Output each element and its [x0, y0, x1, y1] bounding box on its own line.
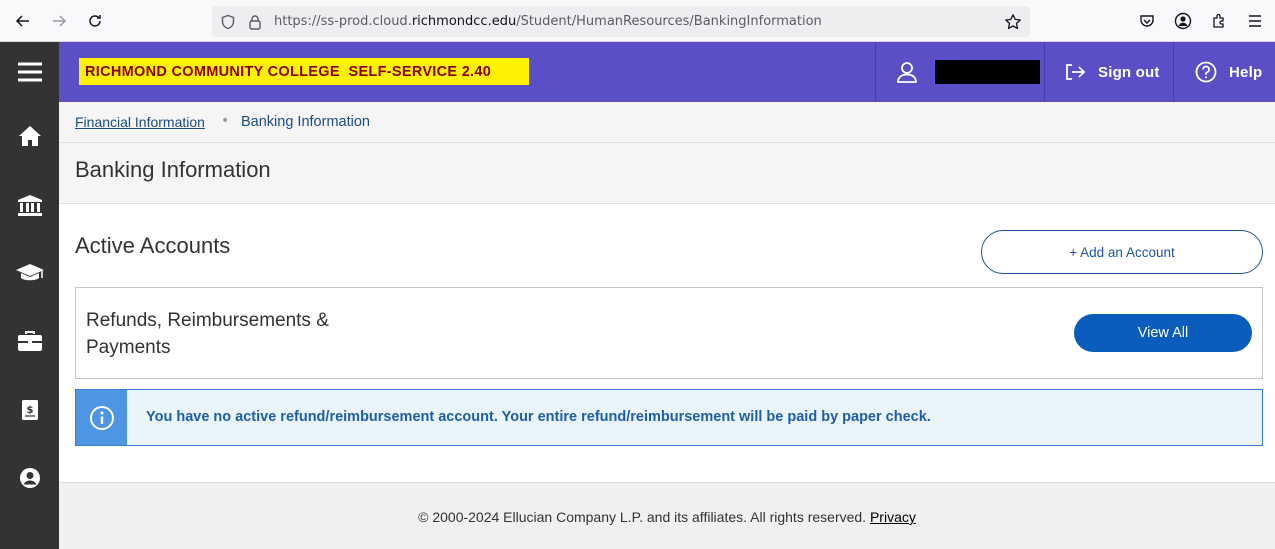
lock-icon[interactable]: [246, 13, 264, 31]
info-icon: [89, 405, 115, 431]
copyright-text: © 2000-2024 Ellucian Company L.P. and it…: [418, 509, 867, 525]
user-circle-icon[interactable]: [0, 454, 59, 502]
hamburger-icon[interactable]: [0, 48, 59, 96]
pocket-icon[interactable]: [1137, 11, 1157, 31]
breadcrumb-separator: •: [221, 113, 230, 129]
brand-text: RICHMOND COMMUNITY COLLEGE SELF-SERVICE …: [85, 63, 492, 80]
side-nav: $: [0, 42, 59, 549]
url-text: https://ss-prod.cloud.richmondcc.edu/Stu…: [274, 14, 822, 29]
bank-icon[interactable]: [0, 181, 59, 229]
help-label: Help: [1229, 63, 1263, 81]
svg-text:$: $: [26, 405, 33, 416]
info-alert: You have no active refund/reimbursement …: [75, 389, 1263, 446]
extensions-icon[interactable]: [1209, 11, 1229, 31]
home-icon[interactable]: [0, 112, 59, 160]
privacy-link[interactable]: Privacy: [870, 509, 916, 525]
refunds-card: Refunds, Reimbursements & Payments View …: [75, 287, 1263, 379]
app-header: RICHMOND COMMUNITY COLLEGE SELF-SERVICE …: [59, 42, 1275, 102]
url-prefix: https://ss-prod.cloud.: [274, 14, 412, 29]
star-icon[interactable]: [1004, 13, 1022, 31]
graduation-cap-icon[interactable]: [0, 249, 59, 297]
back-icon[interactable]: [11, 9, 35, 33]
browser-toolbar: https://ss-prod.cloud.richmondcc.edu/Stu…: [0, 0, 1275, 42]
help-button[interactable]: Help: [1173, 42, 1275, 102]
sign-out-button[interactable]: Sign out: [1044, 42, 1174, 102]
alert-icon-panel: [76, 390, 127, 445]
view-all-button[interactable]: View All: [1074, 314, 1252, 352]
user-menu[interactable]: [875, 42, 1045, 102]
reload-icon[interactable]: [83, 9, 107, 33]
user-icon: [896, 61, 918, 83]
page-title-bar: Banking Information: [59, 143, 1275, 204]
briefcase-icon[interactable]: [0, 317, 59, 365]
card-title: Refunds, Reimbursements & Payments: [86, 310, 329, 358]
breadcrumb: Financial Information • Banking Informat…: [59, 102, 1275, 143]
user-name-redacted: [935, 60, 1040, 84]
menu-icon[interactable]: [1245, 11, 1265, 31]
url-path: /Student/HumanResources/BankingInformati…: [516, 14, 822, 29]
page-title: Banking Information: [75, 157, 271, 182]
sign-out-icon: [1064, 62, 1086, 82]
forward-icon[interactable]: [47, 9, 71, 33]
footer: © 2000-2024 Ellucian Company L.P. and it…: [59, 482, 1275, 549]
shield-icon[interactable]: [219, 13, 237, 31]
alert-message: You have no active refund/reimbursement …: [146, 409, 931, 425]
breadcrumb-financial-information[interactable]: Financial Information: [75, 114, 205, 130]
url-domain: richmondcc.edu: [411, 14, 517, 29]
account-icon[interactable]: [1173, 11, 1193, 31]
add-account-button[interactable]: + Add an Account: [981, 230, 1263, 274]
breadcrumb-current: Banking Information: [241, 114, 370, 130]
help-icon: [1195, 61, 1217, 83]
url-bar[interactable]: https://ss-prod.cloud.richmondcc.edu/Stu…: [212, 6, 1030, 37]
footer-text: © 2000-2024 Ellucian Company L.P. and it…: [59, 509, 1275, 525]
ledger-icon[interactable]: $: [0, 386, 59, 434]
section-title: Active Accounts: [75, 233, 231, 258]
brand-banner[interactable]: RICHMOND COMMUNITY COLLEGE SELF-SERVICE …: [79, 58, 529, 85]
sign-out-label: Sign out: [1098, 63, 1160, 81]
